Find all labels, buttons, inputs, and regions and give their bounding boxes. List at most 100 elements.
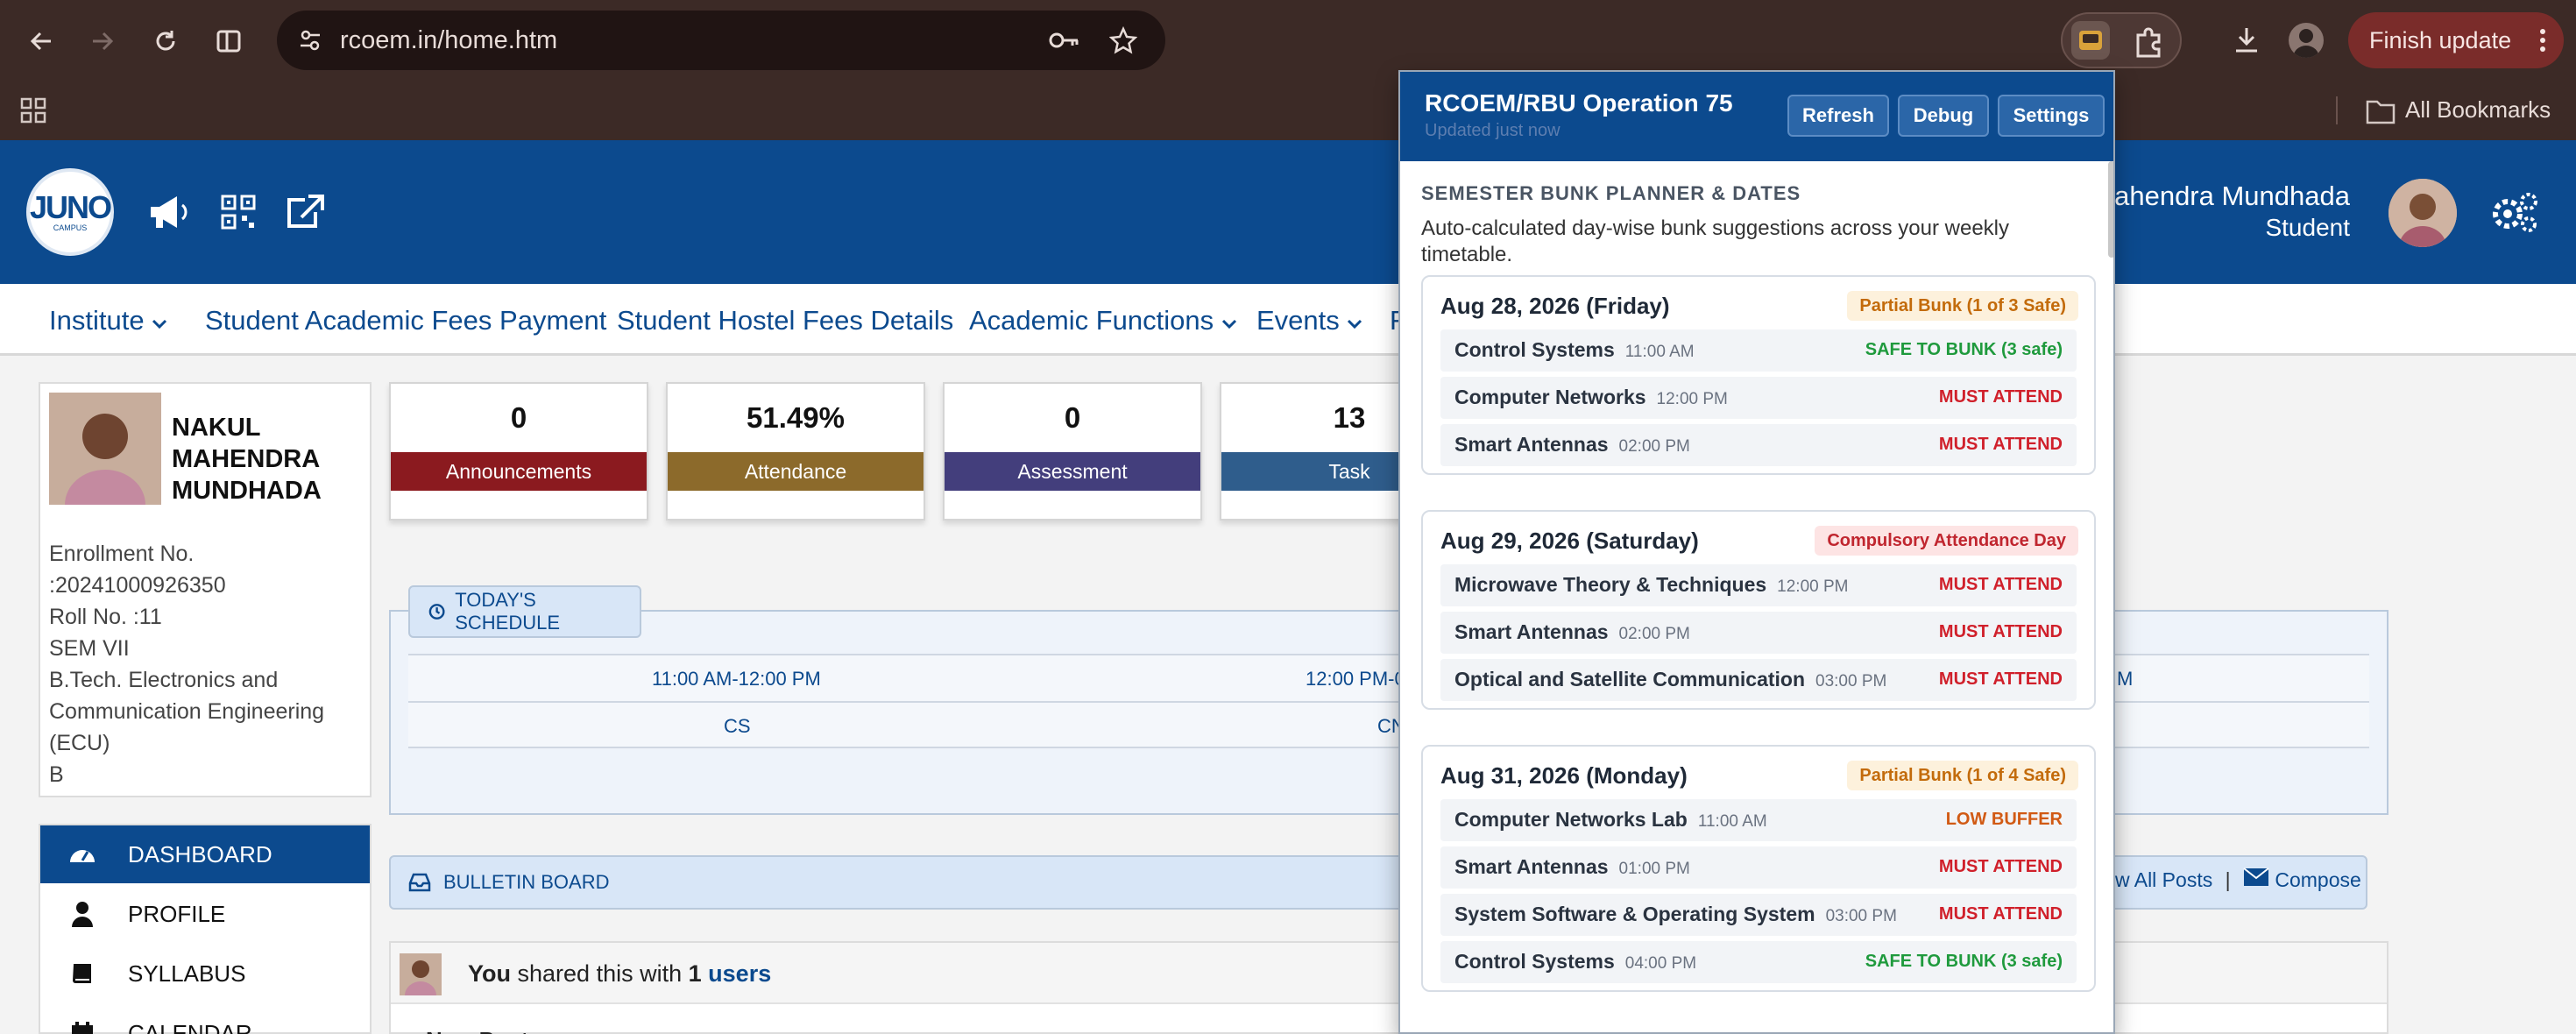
- stat-assessment[interactable]: 0 Assessment: [943, 382, 1202, 521]
- sidebar-item-syllabus[interactable]: SYLLABUS: [40, 945, 370, 1002]
- class-row: Microwave Theory & Techniques 12:00 PM MU…: [1440, 564, 2077, 606]
- chevron-down-icon: [1221, 319, 1236, 329]
- class-name: Computer Networks: [1454, 386, 1646, 408]
- stat-value: 51.49%: [747, 401, 845, 434]
- class-name: Microwave Theory & Techniques: [1454, 573, 1767, 596]
- chevron-down-icon: [1348, 319, 1362, 329]
- qr-code-icon[interactable]: [221, 195, 256, 230]
- extension-rcoem-icon[interactable]: [2071, 21, 2110, 60]
- class-row: System Software & Operating System 03:00 …: [1440, 894, 2077, 936]
- class-time: 02:00 PM: [1618, 625, 1690, 643]
- download-icon[interactable]: [2231, 25, 2262, 56]
- student-name: NAKUL MAHENDRA MUNDHADA: [172, 414, 322, 505]
- schedule-subject[interactable]: CS: [724, 715, 751, 738]
- user-icon: [72, 902, 93, 927]
- day-badge: Partial Bunk (1 of 3 Safe): [1847, 291, 2078, 321]
- back-button[interactable]: [19, 19, 63, 63]
- class-name: Smart Antennas: [1454, 433, 1609, 456]
- header-user-role: Student: [2265, 214, 2350, 241]
- sidebar-item-profile[interactable]: PROFILE: [40, 885, 370, 943]
- url-text[interactable]: rcoem.in/home.htm: [340, 26, 557, 55]
- menu-events[interactable]: Events: [1256, 305, 1362, 336]
- side-panel-icon: [216, 30, 241, 53]
- sidebar-item-calendar[interactable]: CALENDAR: [40, 1004, 370, 1034]
- class-status: MUST ATTEND: [1938, 904, 2063, 924]
- popup-title: RCOEM/RBU Operation 75: [1425, 89, 1733, 117]
- bulletin-board-label: BULLETIN BOARD: [443, 871, 610, 893]
- todays-schedule-tab[interactable]: TODAY'S SCHEDULE: [408, 585, 641, 638]
- post-user-count: 1: [688, 960, 702, 987]
- section-description: Auto-calculated day-wise bunk suggestion…: [1421, 216, 2010, 266]
- debug-button[interactable]: Debug: [1898, 95, 1989, 137]
- puzzle-icon[interactable]: [2131, 23, 2168, 60]
- external-link-icon[interactable]: [286, 195, 324, 230]
- menu-academic-functions[interactable]: Academic Functions: [969, 305, 1237, 336]
- key-icon[interactable]: [1048, 30, 1079, 51]
- program-line-2: Communication Engineering: [49, 699, 325, 724]
- address-bar[interactable]: rcoem.in/home.htm: [277, 11, 1165, 70]
- class-time: 11:00 AM: [1697, 812, 1767, 831]
- student-details: Enrollment No. :20241000926350 Roll No. …: [49, 538, 364, 790]
- folder-icon[interactable]: [2366, 98, 2396, 124]
- stat-announcements[interactable]: 0 Announcements: [389, 382, 648, 521]
- profile-photo: [49, 393, 161, 505]
- day-date: Aug 29, 2026 (Saturday): [1440, 528, 1699, 554]
- class-time: 02:00 PM: [1618, 437, 1690, 456]
- program-line-3: (ECU): [49, 731, 110, 755]
- finish-update-button[interactable]: Finish update: [2348, 12, 2564, 68]
- site-info-icon[interactable]: [298, 28, 322, 53]
- stat-label: Assessment: [945, 452, 1200, 491]
- profile-avatar[interactable]: [2289, 23, 2324, 58]
- reload-button[interactable]: [144, 19, 188, 63]
- class-status: SAFE TO BUNK (3 safe): [1865, 340, 2063, 359]
- apps-grid-icon[interactable]: [19, 96, 47, 124]
- class-time: 04:00 PM: [1624, 954, 1697, 973]
- header-avatar[interactable]: [2388, 179, 2457, 247]
- popup-scrollbar[interactable]: [2108, 161, 2113, 258]
- program-line-1: B.Tech. Electronics and: [49, 668, 279, 692]
- stat-attendance[interactable]: 51.49% Attendance: [666, 382, 925, 521]
- day-card: Aug 31, 2026 (Monday) Partial Bunk (1 of…: [1421, 745, 2096, 992]
- menu-institute[interactable]: Institute: [49, 305, 167, 336]
- extensions-group: [2061, 12, 2182, 68]
- stat-value: 0: [1064, 401, 1081, 434]
- megaphone-icon[interactable]: [147, 193, 189, 231]
- browser-toolbar: rcoem.in/home.htm Finish update: [0, 0, 2576, 82]
- refresh-button[interactable]: Refresh: [1787, 95, 1889, 137]
- envelope-icon[interactable]: [2243, 868, 2269, 887]
- menu-hostel-fees[interactable]: Student Hostel Fees Details: [617, 305, 953, 336]
- settings-button[interactable]: Settings: [1998, 95, 2105, 137]
- bulletin-links: w All Posts | Compose: [2115, 868, 2361, 892]
- class-name: System Software & Operating System: [1454, 903, 1815, 925]
- menu-label: Academic Functions: [969, 305, 1214, 336]
- post-author: You: [468, 960, 511, 987]
- compose-link[interactable]: Compose: [2275, 868, 2360, 891]
- post-users-link[interactable]: users: [708, 960, 771, 987]
- class-row: Smart Antennas 02:00 PM MUST ATTEND: [1440, 612, 2077, 654]
- sidebar-item-label: SYLLABUS: [128, 960, 246, 987]
- day-badge: Compulsory Attendance Day: [1815, 526, 2078, 556]
- section: B: [49, 762, 64, 787]
- link-separator: |: [2225, 868, 2231, 891]
- all-bookmarks-link[interactable]: All Bookmarks: [2405, 96, 2551, 124]
- enrollment-label: Enrollment No.: [49, 542, 195, 566]
- schedule-time: M: [2117, 668, 2134, 690]
- class-name: Control Systems: [1454, 338, 1615, 361]
- reload-icon: [156, 31, 175, 51]
- menu-academic-fees[interactable]: Student Academic Fees Payment: [205, 305, 606, 336]
- view-all-posts-link[interactable]: w All Posts: [2115, 868, 2212, 891]
- header-user-name: Mahendra Mundhada: [2091, 181, 2350, 211]
- side-panel-button[interactable]: [207, 19, 251, 63]
- class-name: Smart Antennas: [1454, 855, 1609, 878]
- forward-button[interactable]: [81, 19, 124, 63]
- sidebar-item-dashboard[interactable]: DASHBOARD: [40, 825, 370, 883]
- schedule-time: 11:00 AM-12:00 PM: [652, 668, 821, 690]
- site-header: JUNO CAMPUS Mahendra Mundhada Student: [0, 140, 2576, 284]
- juno-logo[interactable]: JUNO CAMPUS: [26, 168, 114, 256]
- class-status: SAFE TO BUNK (3 safe): [1865, 952, 2063, 971]
- class-status: MUST ATTEND: [1938, 857, 2063, 876]
- settings-gears-icon[interactable]: [2490, 191, 2539, 233]
- star-icon[interactable]: [1109, 26, 1137, 54]
- dashboard-icon: [70, 850, 95, 862]
- class-row: Control Systems 11:00 AM SAFE TO BUNK (3 …: [1440, 329, 2077, 372]
